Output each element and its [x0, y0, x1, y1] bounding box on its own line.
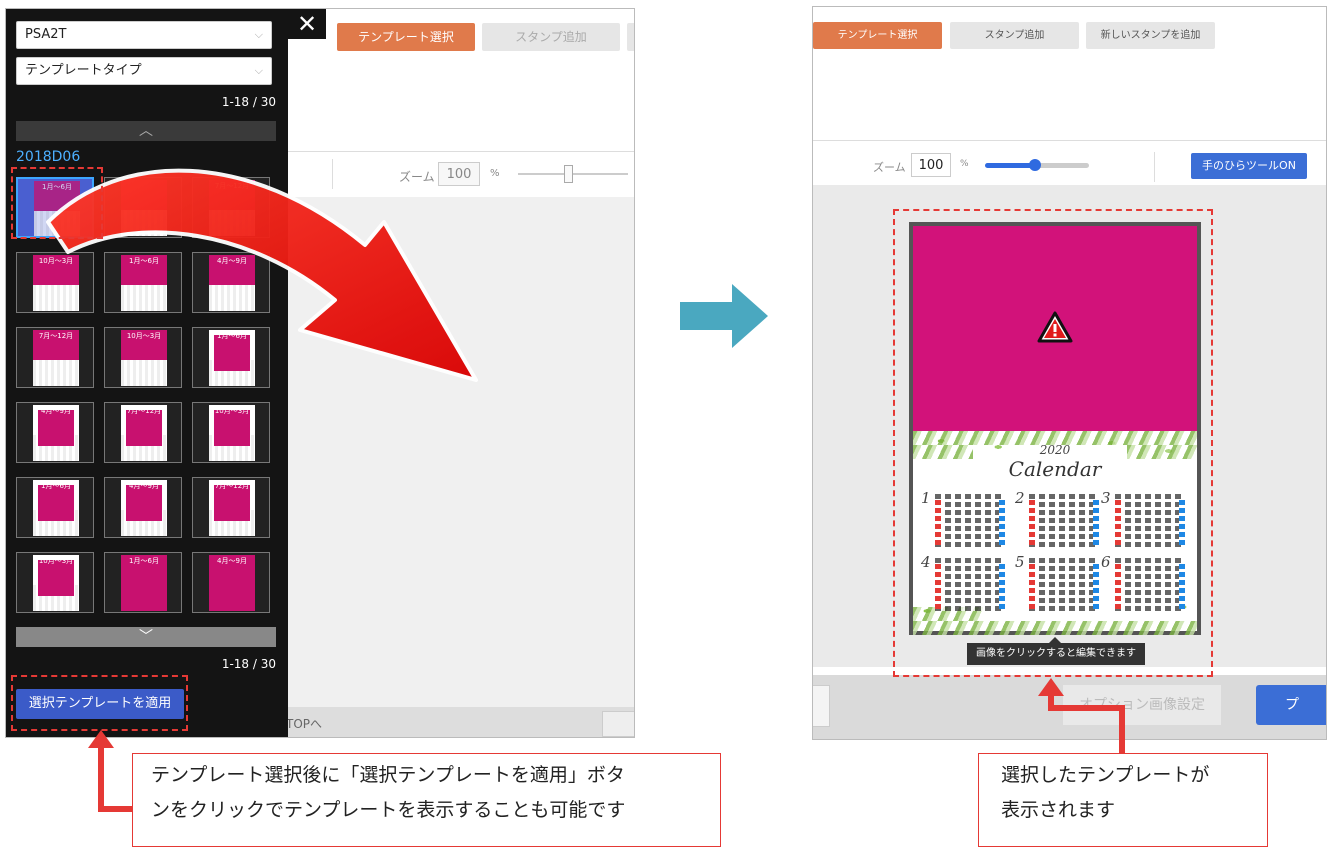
callout-line: 選択したテンプレートが: [1001, 764, 1210, 786]
callout-line: 表示されます: [1001, 799, 1116, 821]
pointer-arrows: [88, 678, 1125, 812]
left-callout: テンプレート選択後に「選択テンプレートを適用」ボタ ンをクリックでテンプレートを…: [132, 753, 721, 847]
callout-line: テンプレート選択後に「選択テンプレートを適用」ボタ: [151, 764, 625, 786]
callout-line: ンをクリックでテンプレートを表示することも可能です: [151, 799, 626, 821]
right-callout: 選択したテンプレートが 表示されます: [978, 753, 1268, 847]
